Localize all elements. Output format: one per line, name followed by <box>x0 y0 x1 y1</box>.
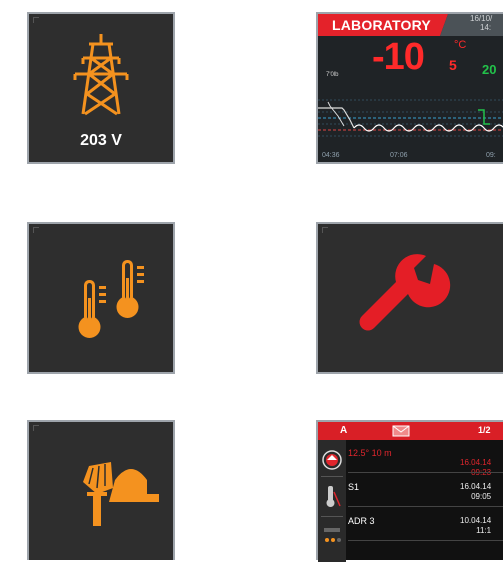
event-row-date: 10.04.14 <box>460 516 492 525</box>
event-row-time: 11:1 <box>476 526 492 535</box>
sidebar-divider <box>321 516 343 517</box>
row-divider <box>348 506 503 507</box>
row-divider <box>348 472 503 473</box>
thermometer-off-icon[interactable] <box>318 482 346 512</box>
events-page-indicator: 1/2 <box>478 425 491 435</box>
laboratory-tile[interactable]: LABORATORY 16/10/ 14: -10 5 °C 20 7'0lb … <box>316 12 503 164</box>
laboratory-date: 16/10/ 14: <box>470 14 492 32</box>
row-divider <box>348 540 503 541</box>
event-row[interactable]: ADR 3 10.04.14 11:1 <box>348 516 503 535</box>
laboratory-time-label: 04:36 <box>322 152 340 159</box>
event-row-timestamp: 16.04.14 09:05 <box>460 482 491 502</box>
event-row-timestamp: 16.04.14 09:23 <box>460 458 491 478</box>
home-icon[interactable] <box>318 446 346 476</box>
event-row-timestamp: 10.04.14 11:1 <box>460 516 491 536</box>
event-row-date: 16.04.14 <box>460 482 492 491</box>
event-row[interactable]: 12.5° 10 m 16.04.14 09:23 <box>348 448 503 477</box>
power-pylon-icon <box>73 34 129 116</box>
event-row-label: 12.5° 10 m <box>348 448 392 458</box>
laboratory-trend-graph <box>318 99 503 137</box>
service-tile[interactable] <box>316 222 503 374</box>
menu-icon[interactable] <box>318 522 346 552</box>
power-tile[interactable]: 203 V <box>27 12 175 164</box>
event-row-date: 16.04.14 <box>460 458 492 467</box>
laboratory-date-line1: 16/10/ <box>470 14 493 23</box>
event-row[interactable]: S1 16.04.14 09:05 <box>348 482 503 501</box>
event-row-label: S1 <box>348 482 360 492</box>
wrench-icon <box>359 254 451 331</box>
temperature-tile[interactable] <box>27 222 175 374</box>
sidebar-divider <box>321 476 343 477</box>
laboratory-time-label: 07:06 <box>390 152 408 159</box>
broom-dustpan-icon <box>83 462 159 526</box>
event-row-time: 09:05 <box>471 492 492 501</box>
events-header-label: A <box>340 425 348 436</box>
event-row-label: ADR 3 <box>348 516 375 526</box>
event-row-time: 09:23 <box>460 468 491 478</box>
laboratory-title: LABORATORY <box>332 17 431 33</box>
laboratory-time-label: 09: <box>486 152 496 159</box>
envelope-icon <box>392 425 410 437</box>
thermometers-icon <box>78 260 144 338</box>
voltage-value: 203 V <box>80 132 122 149</box>
laboratory-unit: °C <box>454 39 467 51</box>
events-sidebar <box>318 440 346 562</box>
events-tile[interactable]: A 1/2 12.5° 10 m 16.04.14 09:23 S1 <box>316 420 503 562</box>
cleaning-tile[interactable] <box>27 420 175 560</box>
laboratory-date-line2: 14: <box>480 23 492 32</box>
